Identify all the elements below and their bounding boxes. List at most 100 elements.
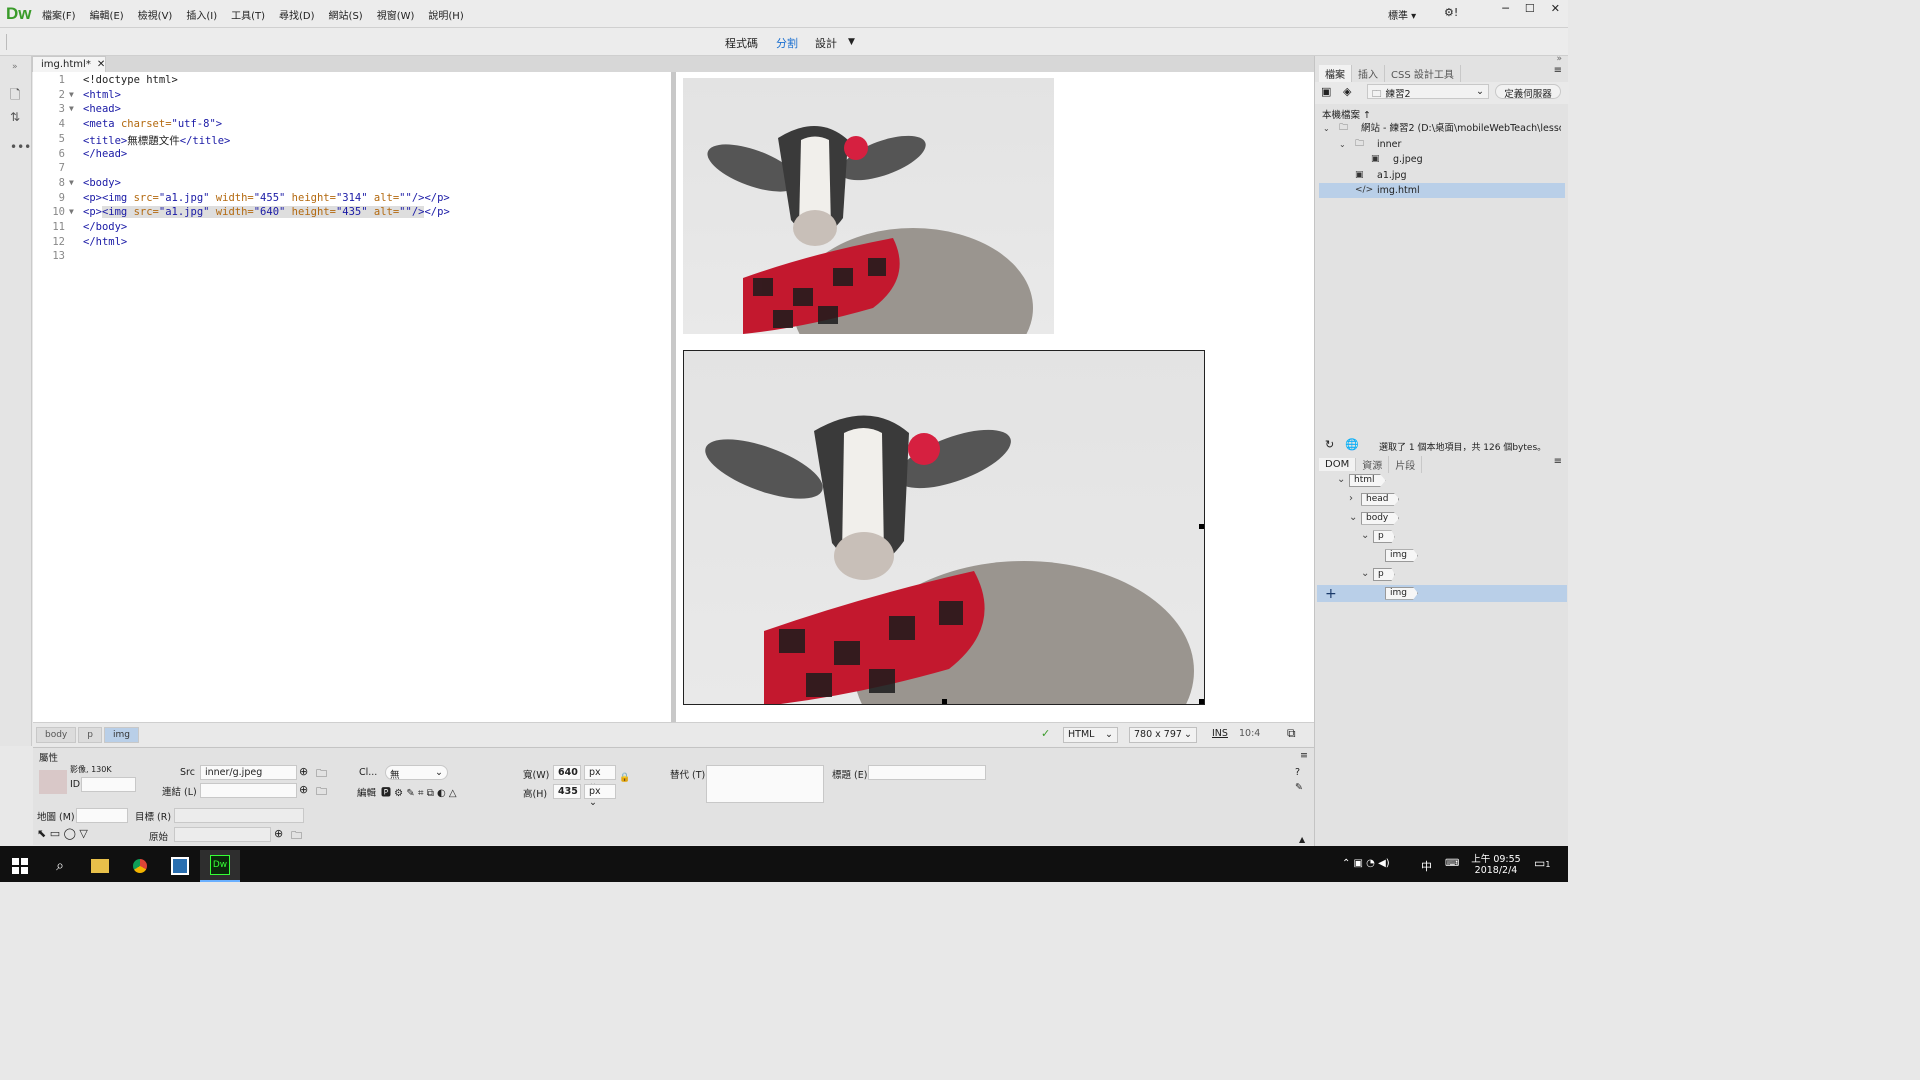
original-input[interactable] [174, 827, 271, 842]
breadcrumb-tag[interactable]: body [36, 726, 77, 743]
dom-menu-icon[interactable]: ≡ [1554, 456, 1562, 467]
menu-item[interactable]: 視窗(W) [377, 7, 415, 22]
code-line[interactable]: 3 ▼ <head> [33, 103, 671, 118]
expand-arrow-icon[interactable]: ⌄ [1339, 137, 1346, 152]
search-icon[interactable]: ⌕ [40, 850, 80, 882]
height-unit-select[interactable]: px ⌄ [584, 784, 616, 808]
app-icon[interactable] [160, 850, 200, 882]
panel-tab[interactable]: 插入 [1352, 64, 1385, 82]
code-line[interactable]: 11 </body> [33, 221, 671, 236]
width-input[interactable]: 640 [553, 765, 581, 780]
hotspot-tools[interactable]: ⬉ ▭ ◯ ▽ [37, 827, 88, 840]
dom-tag[interactable]: p [1373, 530, 1395, 544]
dom-tag[interactable]: img [1385, 586, 1418, 600]
point-to-file-icon[interactable]: ⊕ [299, 765, 308, 778]
code-line[interactable]: 9 <p><img src="a1.jpg" width="455" height… [33, 192, 671, 207]
dom-tag[interactable]: img [1385, 549, 1418, 563]
original-point-icon[interactable]: ⊕ [274, 827, 283, 840]
file-tree-item[interactable]: ⌄ 🗀 網站 - 練習2 (D:\桌面\mobileWebTeach\lesson.… [1319, 121, 1565, 136]
maximize-icon[interactable]: ☐ [1525, 2, 1535, 15]
dom-node[interactable]: › head [1317, 491, 1567, 508]
design-view-button[interactable]: 設計 [815, 35, 837, 51]
split-view-button[interactable]: 分割 [776, 35, 798, 51]
refresh-icon[interactable]: ↻ [1325, 438, 1334, 451]
id-input[interactable] [81, 777, 136, 792]
resize-handle-right[interactable] [1199, 524, 1204, 529]
dom-node[interactable]: ⌄ body [1317, 510, 1567, 527]
height-input[interactable]: 435 [553, 784, 581, 799]
ime-indicator[interactable]: 中 [1421, 858, 1432, 874]
file-icon[interactable]: 🗋 [10, 86, 20, 108]
dom-node[interactable]: ⌄ p [1317, 528, 1567, 545]
file-explorer-icon[interactable] [80, 850, 120, 882]
menu-item[interactable]: 網站(S) [329, 7, 363, 22]
dom-expand-icon[interactable]: › [1349, 491, 1353, 506]
dom-expand-icon[interactable]: ⌄ [1349, 510, 1357, 525]
dom-tag[interactable]: html [1349, 474, 1386, 487]
dom-tag[interactable]: body [1361, 511, 1400, 525]
connect-icon[interactable]: ▣ [1321, 85, 1331, 98]
dom-node[interactable]: img [1317, 547, 1567, 564]
code-line[interactable]: 2 ▼ <html> [33, 89, 671, 104]
dom-node[interactable]: img [1317, 584, 1567, 602]
alt-input[interactable] [706, 765, 824, 803]
link-input[interactable] [200, 783, 297, 798]
class-select[interactable]: 無 ⌄ [385, 765, 448, 781]
transfer-icon[interactable]: ⇅ [10, 110, 20, 124]
menu-item[interactable]: 檔案(F) [42, 7, 76, 22]
insert-mode[interactable]: INS [1212, 728, 1228, 739]
menu-item[interactable]: 檢視(V) [138, 7, 173, 22]
menu-item[interactable]: 尋找(D) [279, 7, 315, 22]
code-line[interactable]: 7 [33, 162, 671, 177]
fold-icon[interactable]: ▼ [69, 90, 74, 99]
fold-icon[interactable]: ▼ [69, 104, 74, 113]
code-line[interactable]: 13 [33, 250, 671, 265]
dom-node[interactable]: ⌄ html [1317, 472, 1567, 489]
expand-icon[interactable]: » [1556, 54, 1562, 64]
menu-item[interactable]: 工具(T) [231, 7, 265, 22]
panel-tab[interactable]: 資源 [1356, 455, 1390, 473]
local-files-header[interactable]: 本機檔案 ↑ [1322, 107, 1371, 121]
file-tree-item[interactable]: </> img.html [1319, 183, 1565, 198]
panel-menu-icon[interactable]: ≡ [1554, 65, 1562, 76]
dom-node[interactable]: ⌄ p [1317, 566, 1567, 583]
link-point-icon[interactable]: ⊕ [299, 783, 308, 796]
add-element-icon[interactable]: + [1325, 586, 1337, 602]
collapse-props-icon[interactable]: ▲ [1299, 835, 1305, 844]
panel-tab[interactable]: DOM [1319, 457, 1357, 471]
dom-expand-icon[interactable]: ⌄ [1337, 472, 1345, 487]
fold-icon[interactable]: ▼ [69, 207, 74, 216]
panel-tab[interactable]: CSS 設計工具 [1385, 64, 1461, 82]
menu-item[interactable]: 說明(H) [428, 7, 463, 22]
quick-edit-icon[interactable]: ✎ [1295, 782, 1303, 793]
code-line[interactable]: 8 ▼ <body> [33, 177, 671, 192]
src-input[interactable]: inner/g.jpeg [200, 765, 297, 780]
title-input[interactable] [868, 765, 986, 780]
code-line[interactable]: 1 <!doctype html> [33, 74, 671, 89]
file-tree-item[interactable]: ▣ a1.jpg [1319, 168, 1565, 183]
menu-item[interactable]: 插入(I) [186, 7, 217, 22]
window-size-select[interactable]: 780 x 797 ⌄ [1129, 727, 1197, 743]
lock-icon[interactable]: 🔒 [619, 773, 630, 783]
expand-arrow-icon[interactable]: ⌄ [1323, 121, 1330, 136]
doctype-select[interactable]: HTML ⌄ [1063, 727, 1118, 743]
panel-tab[interactable]: 片段 [1389, 455, 1423, 473]
code-line[interactable]: 6 </head> [33, 148, 671, 163]
notification-icon[interactable]: ▭1 [1534, 856, 1550, 870]
dom-expand-icon[interactable]: ⌄ [1361, 566, 1369, 581]
windows-start-icon[interactable] [0, 850, 40, 882]
sheep-image-small[interactable] [683, 78, 1054, 334]
help-icon[interactable]: ? [1295, 767, 1300, 778]
site-select[interactable]: 🗀 練習2 ⌄ [1367, 84, 1489, 100]
design-view[interactable] [676, 72, 1314, 722]
code-line[interactable]: 4 <meta charset="utf-8"> [33, 118, 671, 133]
panel-tab[interactable]: 檔案 [1319, 64, 1352, 82]
file-tree-item[interactable]: ▣ g.jpeg [1319, 152, 1565, 167]
sheep-image-selected[interactable] [683, 350, 1205, 705]
chrome-icon[interactable] [120, 850, 160, 882]
fold-icon[interactable]: ▼ [69, 178, 74, 187]
define-server-button[interactable]: 定義伺服器 [1495, 84, 1561, 100]
link-folder-icon[interactable]: 🗀 [316, 783, 327, 802]
code-view-button[interactable]: 程式碼 [725, 35, 758, 51]
doc-tab[interactable]: img.html* ✕ [32, 56, 106, 72]
